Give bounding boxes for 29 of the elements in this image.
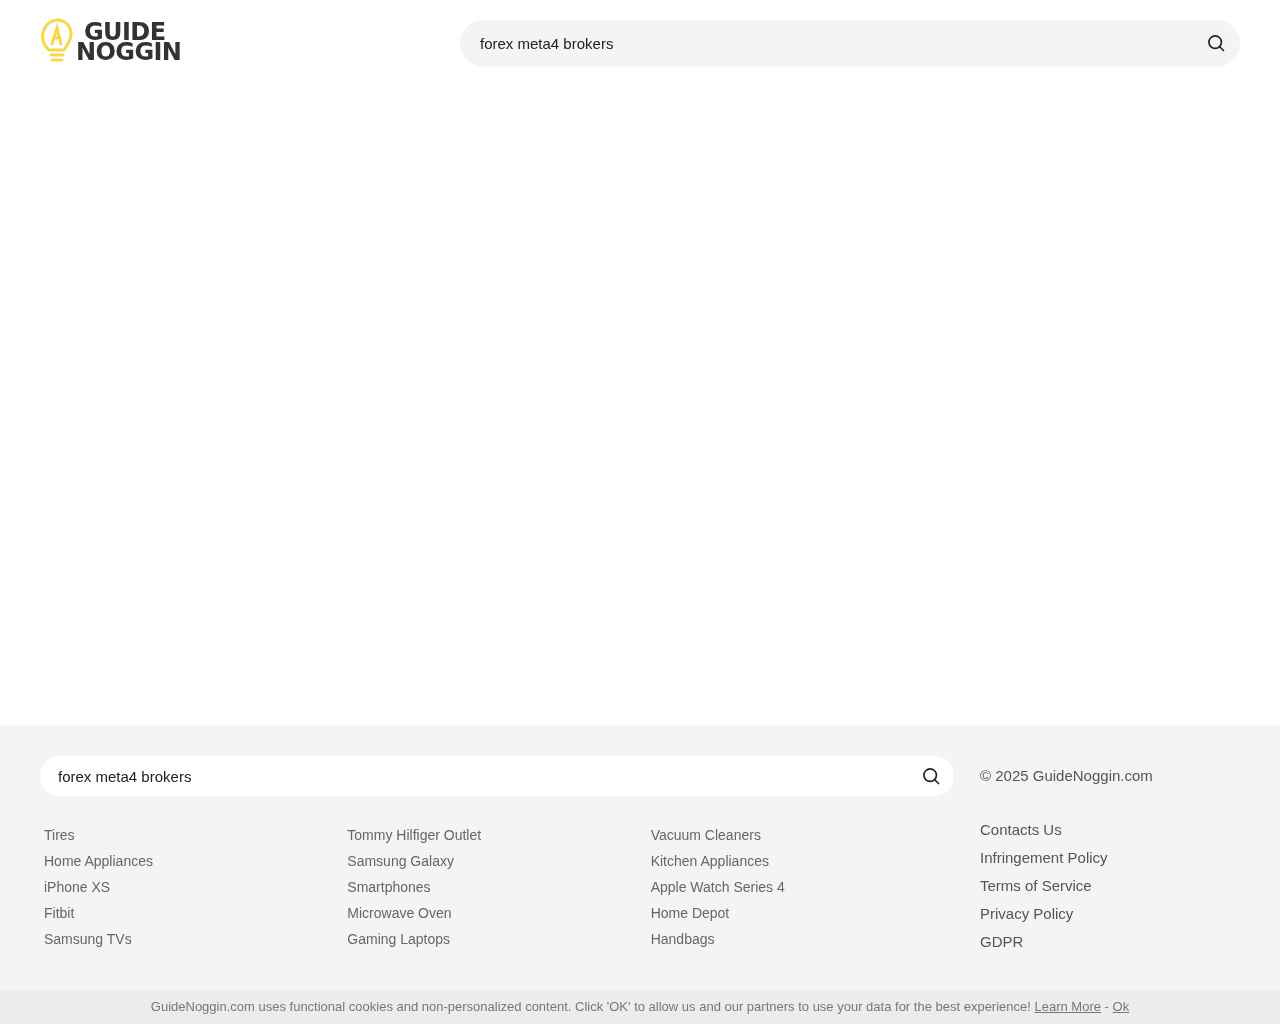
footer-link[interactable]: Tires (44, 826, 75, 845)
copyright-text: © 2025 GuideNoggin.com (980, 766, 1153, 786)
footer-link[interactable]: Fitbit (44, 904, 75, 923)
footer-link[interactable]: Microwave Oven (347, 904, 452, 923)
cookie-notice: GuideNoggin.com uses functional cookies and non-personalized content. Click 'OK' to allow us and our partners to use your data for the best experience! Learn More - Ok (150, 998, 1130, 1017)
search-field[interactable]: forex meta4 brokers (40, 756, 954, 796)
ok-link[interactable]: Ok (1112, 999, 1130, 1015)
footer-link[interactable]: Home Depot (650, 904, 730, 923)
footer-link[interactable]: Handbags (650, 930, 715, 949)
learn-more-link[interactable]: Learn More (1034, 999, 1101, 1015)
footer-link[interactable]: Vacuum Cleaners (650, 826, 761, 845)
policy-link[interactable]: Terms of Service (980, 876, 1092, 895)
policy-link[interactable]: GDPR (980, 932, 1024, 951)
footer-link[interactable]: Samsung TVs (44, 930, 132, 949)
footer-link[interactable]: Home Appliances (44, 852, 153, 871)
footer-link[interactable]: Gaming Laptops (347, 930, 451, 949)
footer-link[interactable]: Samsung Galaxy (347, 852, 454, 871)
footer-link[interactable]: Tommy Hilfiger Outlet (347, 826, 482, 845)
footer-link[interactable]: iPhone XS (44, 878, 111, 897)
footer-link[interactable]: Kitchen Appliances (650, 852, 769, 871)
footer-link[interactable]: Smartphones (347, 878, 431, 897)
footer-link[interactable]: Apple Watch Series 4 (650, 878, 785, 897)
policy-link[interactable]: Infringement Policy (980, 848, 1108, 867)
search-icon[interactable] (921, 766, 941, 786)
search-field[interactable]: forex meta4 brokers (460, 20, 1240, 67)
policy-link[interactable]: Privacy Policy (980, 904, 1074, 923)
site-logo-text[interactable]: GUIDE NOGGIN (76, 22, 182, 62)
policy-link[interactable]: Contacts Us (980, 820, 1062, 839)
search-icon[interactable] (1206, 33, 1226, 53)
